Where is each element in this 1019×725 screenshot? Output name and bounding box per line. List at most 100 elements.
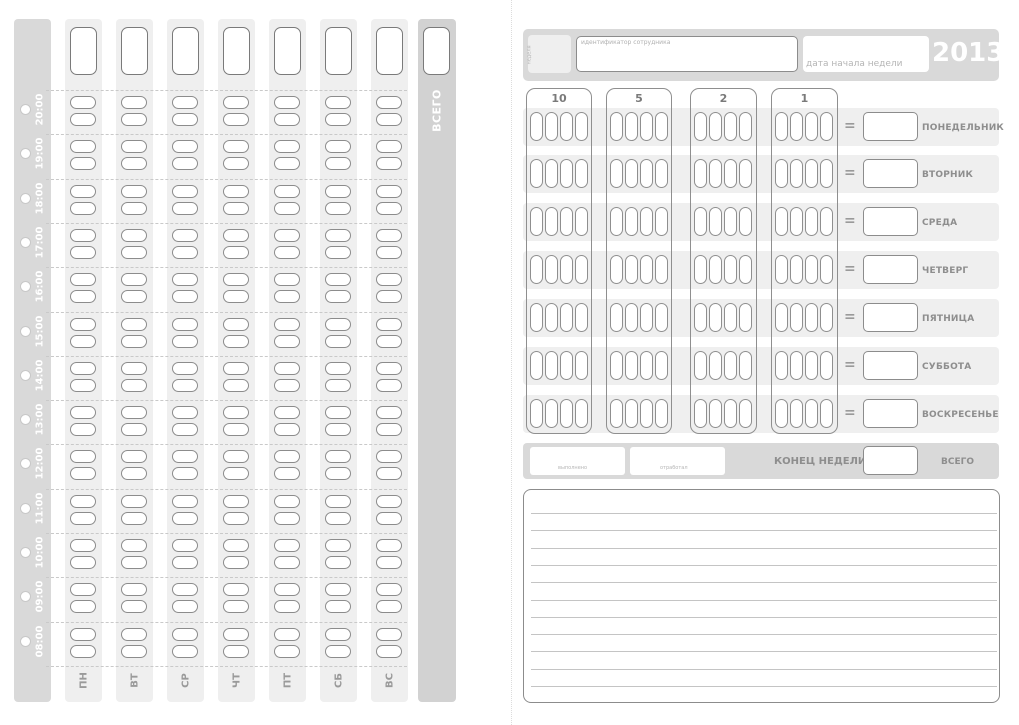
time-slot[interactable]: [121, 512, 147, 525]
time-slot[interactable]: [70, 202, 96, 215]
time-slot[interactable]: [274, 202, 300, 215]
time-slot[interactable]: [223, 583, 249, 596]
time-slot[interactable]: [274, 229, 300, 242]
time-slot[interactable]: [376, 246, 402, 259]
tally-slot[interactable]: [820, 159, 833, 188]
tally-slot[interactable]: [820, 255, 833, 284]
tally-slot[interactable]: [545, 112, 558, 141]
day-total-box-1[interactable]: [70, 27, 97, 75]
tally-slot[interactable]: [610, 112, 623, 141]
tally-slot[interactable]: [775, 399, 788, 428]
tally-slot[interactable]: [655, 159, 668, 188]
time-slot[interactable]: [121, 450, 147, 463]
time-slot[interactable]: [172, 113, 198, 126]
tally-slot[interactable]: [530, 159, 543, 188]
time-slot[interactable]: [376, 229, 402, 242]
time-slot[interactable]: [274, 379, 300, 392]
time-slot[interactable]: [274, 185, 300, 198]
time-slot[interactable]: [70, 96, 96, 109]
time-slot[interactable]: [70, 157, 96, 170]
day-total-box-5[interactable]: [274, 27, 301, 75]
time-slot[interactable]: [274, 539, 300, 552]
tally-slot[interactable]: [805, 351, 818, 380]
time-slot[interactable]: [325, 379, 351, 392]
tally-slot[interactable]: [655, 399, 668, 428]
time-slot[interactable]: [274, 113, 300, 126]
time-slot[interactable]: [172, 140, 198, 153]
time-slot[interactable]: [325, 467, 351, 480]
time-slot[interactable]: [325, 556, 351, 569]
tally-slot[interactable]: [545, 207, 558, 236]
time-slot[interactable]: [325, 600, 351, 613]
time-slot[interactable]: [121, 185, 147, 198]
time-slot[interactable]: [325, 157, 351, 170]
tally-slot[interactable]: [724, 351, 737, 380]
tally-slot[interactable]: [790, 303, 803, 332]
tally-slot[interactable]: [739, 303, 752, 332]
time-slot[interactable]: [70, 362, 96, 375]
tally-slot[interactable]: [655, 351, 668, 380]
time-slot[interactable]: [70, 140, 96, 153]
time-slot[interactable]: [70, 290, 96, 303]
time-slot[interactable]: [172, 467, 198, 480]
time-slot[interactable]: [325, 96, 351, 109]
tally-slot[interactable]: [820, 112, 833, 141]
time-slot[interactable]: [376, 318, 402, 331]
time-slot[interactable]: [172, 157, 198, 170]
time-slot[interactable]: [274, 406, 300, 419]
tally-slot[interactable]: [724, 255, 737, 284]
tally-slot[interactable]: [820, 351, 833, 380]
time-slot[interactable]: [70, 450, 96, 463]
time-slot[interactable]: [172, 539, 198, 552]
time-slot[interactable]: [70, 467, 96, 480]
time-slot[interactable]: [325, 495, 351, 508]
tally-slot[interactable]: [724, 399, 737, 428]
tally-slot[interactable]: [805, 112, 818, 141]
day-sum-box[interactable]: [863, 207, 918, 236]
time-slot[interactable]: [172, 406, 198, 419]
time-slot[interactable]: [223, 157, 249, 170]
tally-slot[interactable]: [530, 112, 543, 141]
time-slot[interactable]: [121, 96, 147, 109]
time-slot[interactable]: [274, 335, 300, 348]
time-slot[interactable]: [172, 450, 198, 463]
tally-slot[interactable]: [820, 207, 833, 236]
tally-slot[interactable]: [575, 112, 588, 141]
time-slot[interactable]: [223, 600, 249, 613]
time-slot[interactable]: [376, 556, 402, 569]
tally-slot[interactable]: [655, 207, 668, 236]
tally-slot[interactable]: [655, 303, 668, 332]
time-slot[interactable]: [325, 628, 351, 641]
time-slot[interactable]: [325, 512, 351, 525]
time-slot[interactable]: [172, 96, 198, 109]
time-slot[interactable]: [172, 423, 198, 436]
time-slot[interactable]: [376, 290, 402, 303]
tally-slot[interactable]: [775, 112, 788, 141]
time-slot[interactable]: [325, 335, 351, 348]
time-slot[interactable]: [376, 495, 402, 508]
day-sum-box[interactable]: [863, 112, 918, 141]
time-slot[interactable]: [223, 335, 249, 348]
tally-slot[interactable]: [625, 112, 638, 141]
tally-slot[interactable]: [530, 255, 543, 284]
tally-slot[interactable]: [694, 207, 707, 236]
time-slot[interactable]: [121, 645, 147, 658]
time-slot[interactable]: [325, 113, 351, 126]
time-slot[interactable]: [223, 318, 249, 331]
tally-slot[interactable]: [724, 207, 737, 236]
time-slot[interactable]: [376, 202, 402, 215]
tally-slot[interactable]: [625, 159, 638, 188]
time-slot[interactable]: [70, 495, 96, 508]
day-sum-box[interactable]: [863, 159, 918, 188]
time-slot[interactable]: [121, 600, 147, 613]
tally-slot[interactable]: [610, 303, 623, 332]
time-slot[interactable]: [325, 140, 351, 153]
tally-slot[interactable]: [610, 255, 623, 284]
time-slot[interactable]: [121, 628, 147, 641]
tally-slot[interactable]: [560, 112, 573, 141]
time-slot[interactable]: [376, 113, 402, 126]
time-slot[interactable]: [376, 362, 402, 375]
time-slot[interactable]: [70, 335, 96, 348]
tally-slot[interactable]: [739, 207, 752, 236]
time-slot[interactable]: [172, 273, 198, 286]
